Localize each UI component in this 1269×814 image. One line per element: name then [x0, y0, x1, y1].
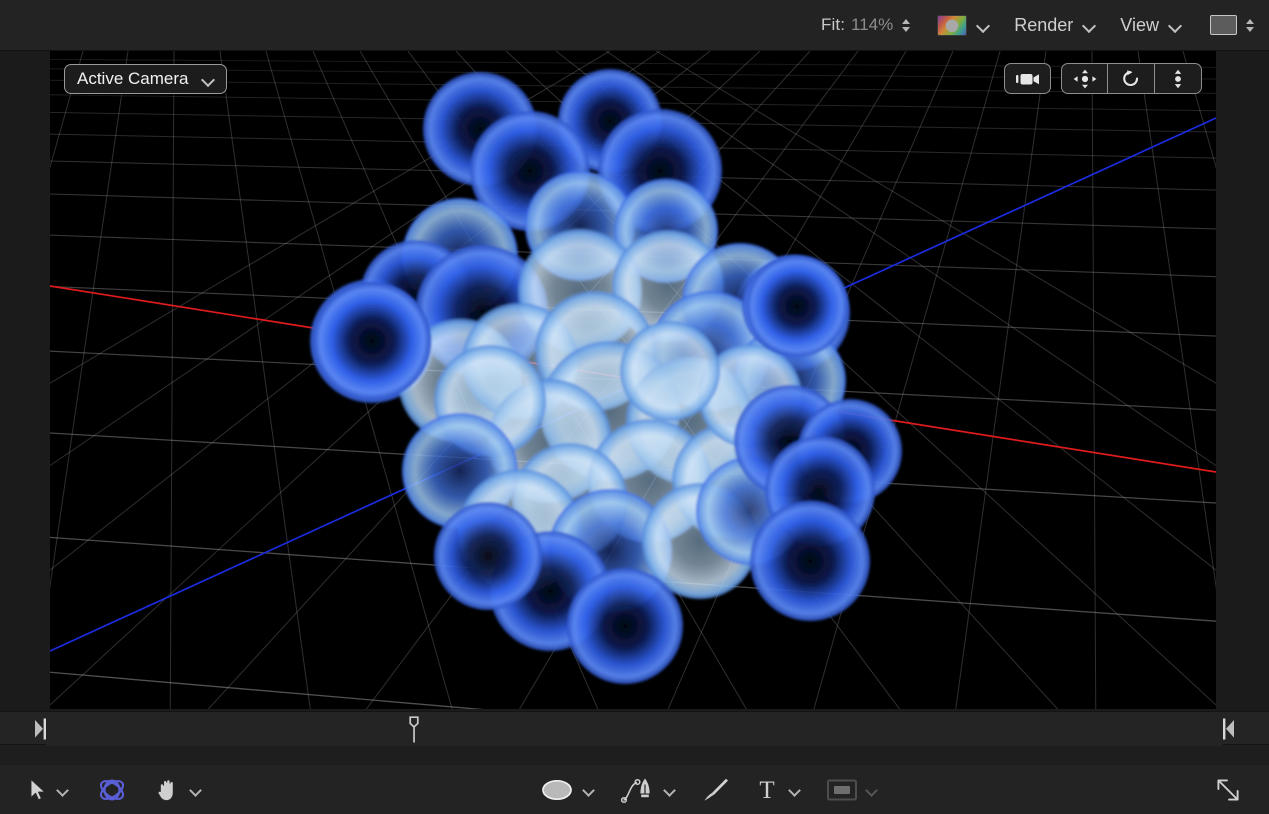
bottom-toolbar: T [0, 765, 1269, 814]
render-menu-label: Render [1014, 15, 1073, 36]
timeline-scrubber[interactable] [0, 711, 1269, 745]
mask-tool[interactable] [827, 779, 878, 801]
up-down-arrows-icon [1171, 69, 1185, 89]
view-menu[interactable]: View [1120, 15, 1182, 36]
render-menu[interactable]: Render [1014, 15, 1096, 36]
out-point-icon [1221, 717, 1235, 741]
paint-brush-icon [702, 777, 728, 803]
dolly-button[interactable] [1155, 63, 1202, 94]
view-menu-label: View [1120, 15, 1159, 36]
arrow-cursor-icon [28, 778, 48, 802]
zoom-stepper[interactable] [900, 15, 911, 35]
paint-stroke-tool[interactable] [702, 777, 728, 803]
chevron-down-icon[interactable] [190, 784, 202, 796]
chevron-down-icon[interactable] [977, 19, 990, 32]
orbit-button[interactable] [1108, 63, 1155, 94]
chevron-down-icon[interactable] [664, 784, 676, 796]
background-color-swatch[interactable] [1210, 15, 1237, 35]
fit-label: Fit: [821, 15, 845, 35]
chevron-down-icon[interactable] [866, 784, 878, 796]
transform-3d-tool[interactable] [95, 775, 129, 805]
scene-3d [50, 51, 1216, 709]
view-nav-group [1061, 63, 1202, 94]
text-t-icon: T [754, 777, 780, 803]
playhead-icon [407, 716, 421, 743]
chevron-down-icon [1083, 19, 1096, 32]
active-camera-popup[interactable]: Active Camera [64, 64, 227, 94]
chevron-down-icon [202, 73, 215, 86]
background-stepper[interactable] [1244, 15, 1255, 35]
out-point-marker[interactable] [1221, 717, 1235, 741]
top-toolbar: Fit: 114% Render View [0, 0, 1269, 51]
text-tool[interactable]: T [754, 777, 801, 803]
pan-button[interactable] [1061, 63, 1108, 94]
hand-icon [155, 777, 181, 803]
playhead-marker[interactable] [407, 716, 421, 743]
select-tool[interactable] [28, 778, 69, 802]
canvas-area: Active Camera [0, 51, 1269, 711]
pan-tool[interactable] [155, 777, 202, 803]
oval-shape-icon [540, 778, 574, 802]
shape-tool[interactable] [540, 778, 595, 802]
particle-satellite-right [746, 255, 848, 357]
chevron-down-icon[interactable] [583, 784, 595, 796]
rotate-arrow-icon [1121, 69, 1141, 89]
svg-text:T: T [759, 777, 774, 803]
four-way-arrows-icon [1073, 69, 1097, 89]
resize-handle[interactable] [1215, 777, 1241, 803]
orbit-rings-icon [95, 775, 129, 805]
diagonal-resize-arrow-icon [1215, 777, 1241, 803]
chevron-down-icon[interactable] [57, 784, 69, 796]
fit-zoom-control[interactable]: Fit: 114% [821, 15, 911, 35]
particle-satellite-left [313, 282, 431, 400]
video-camera-icon [1015, 71, 1041, 87]
active-camera-label: Active Camera [77, 69, 188, 89]
chevron-down-icon[interactable] [789, 784, 801, 796]
camera-button[interactable] [1004, 63, 1051, 94]
in-point-marker[interactable] [34, 717, 48, 741]
scrubber-track[interactable] [46, 712, 1223, 746]
color-wheel-swatch[interactable] [937, 15, 967, 36]
pen-nib-icon [621, 776, 655, 804]
chevron-down-icon [1169, 19, 1182, 32]
rectangle-mask-icon [827, 779, 857, 801]
view-controls [1004, 63, 1202, 94]
in-point-icon [34, 717, 48, 741]
viewport-3d[interactable]: Active Camera [50, 51, 1216, 709]
bezier-pen-tool[interactable] [621, 776, 676, 804]
motion-canvas-window: Fit: 114% Render View [0, 0, 1269, 814]
fit-value: 114% [851, 15, 893, 35]
